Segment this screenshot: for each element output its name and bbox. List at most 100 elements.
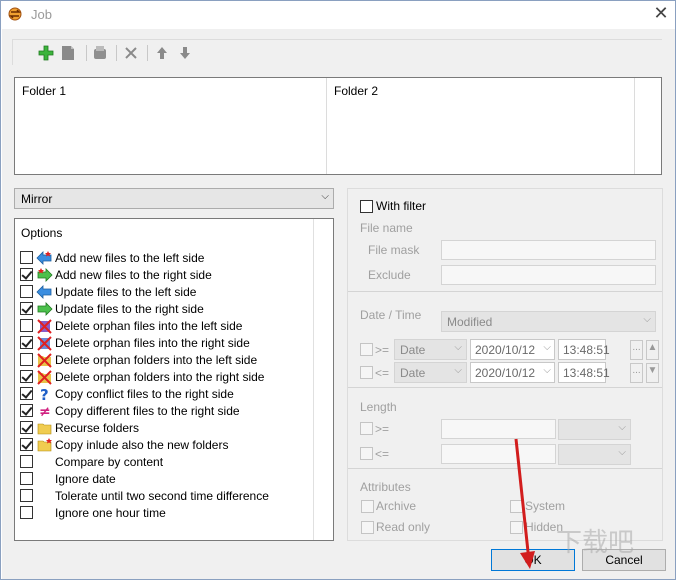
option-row[interactable]: Update files to the left side [20,283,196,300]
length-le-input[interactable] [441,444,556,464]
option-checkbox[interactable] [20,438,33,451]
option-checkbox[interactable] [20,370,33,383]
option-row[interactable]: Delete orphan files into the left side [20,317,242,334]
option-checkbox[interactable] [20,472,33,485]
system-label: System [525,499,566,513]
option-label: Delete orphan folders into the right sid… [55,369,265,384]
option-row[interactable]: Delete orphan folders into the left side [20,351,257,368]
read-only-checkbox[interactable] [361,521,374,534]
option-row[interactable]: Ignore date [20,470,116,487]
toolbar-separator [116,45,117,61]
option-label: Delete orphan folders into the left side [55,352,258,367]
date-ge-browse-button[interactable]: ... [630,340,643,360]
time-ge-input[interactable]: 13:48:51 [558,339,610,360]
attributes-label: Attributes [360,480,411,494]
option-row[interactable]: ? Copy conflict files to the right side [20,385,234,402]
option-row[interactable]: Copy inlude also the new folders [20,436,228,453]
system-checkbox[interactable] [510,500,523,513]
length-ge-label: >= [375,422,390,436]
with-filter-checkbox[interactable] [360,200,373,213]
date-ge-checkbox[interactable] [360,343,373,356]
option-checkbox[interactable] [20,285,33,298]
option-checkbox[interactable] [20,421,33,434]
date-le-checkbox[interactable] [360,366,373,379]
scroll-up-icon[interactable]: ▲ [646,340,659,360]
delete-files-left-icon [36,318,53,334]
archive-checkbox[interactable] [361,500,374,513]
option-checkbox[interactable] [20,268,33,281]
length-le-unit-select[interactable]: ⌵ [558,444,631,465]
copy-icon[interactable] [91,44,109,62]
time-le-input[interactable]: 13:48:51 [558,362,610,383]
close-icon[interactable]: ✕ [651,4,671,24]
date-ge-picker[interactable]: 2020/10/12 ⌵ [470,339,555,360]
option-row[interactable]: ≠ Copy different files to the right side [20,402,240,419]
delete-icon[interactable] [122,44,140,62]
length-le-checkbox[interactable] [360,447,373,460]
hidden-checkbox[interactable] [510,521,523,534]
move-up-icon[interactable] [153,44,171,62]
option-row[interactable]: Compare by content [20,453,163,470]
job-dialog: Job ✕ Folder 1 Folder 2 Mirror ⌵ Options… [0,0,676,580]
chevron-down-icon: ⌵ [543,365,551,376]
edit-icon[interactable] [59,44,77,62]
option-checkbox[interactable] [20,506,33,519]
date-le-kind-select[interactable]: Date ⌵ [394,362,467,383]
move-down-icon[interactable] [176,44,194,62]
window-title: Job [31,7,52,22]
date-ge-value: 2020/10/12 [475,343,536,357]
date-mode-select[interactable]: Modified ⌵ [441,311,656,332]
option-checkbox[interactable] [20,387,33,400]
scroll-down-icon[interactable]: ▼ [646,363,659,383]
option-row[interactable]: Ignore one hour time [20,504,166,521]
option-label: Copy different files to the right side [55,403,240,418]
option-checkbox[interactable] [20,404,33,417]
folder-2-header[interactable]: Folder 2 [327,78,635,174]
option-checkbox[interactable] [20,353,33,366]
file-mask-input[interactable] [441,240,656,260]
option-checkbox[interactable] [20,336,33,349]
blank-icon [36,454,53,470]
option-checkbox[interactable] [20,455,33,468]
option-row[interactable]: Tolerate until two second time differenc… [20,487,269,504]
toolbar-separator [86,45,87,61]
length-ge-input[interactable] [441,419,556,439]
length-ge-checkbox[interactable] [360,422,373,435]
watermark: 下载吧 [556,528,635,558]
title-bar: Job ✕ [1,1,675,29]
option-row[interactable]: Recurse folders [20,419,139,436]
length-ge-unit-select[interactable]: ⌵ [558,419,631,440]
option-checkbox[interactable] [20,319,33,332]
delete-files-right-icon [36,335,53,351]
app-icon [8,7,22,21]
date-le-picker[interactable]: 2020/10/12 ⌵ [470,362,555,383]
date-time-label: Date / Time [360,308,422,322]
option-row[interactable]: Add new files to the left side [20,249,204,266]
date-le-browse-button[interactable]: ... [630,363,643,383]
date-ge-kind-select[interactable]: Date ⌵ [394,339,467,360]
toolbar [12,39,662,65]
read-only-label: Read only [376,520,431,534]
sync-mode-select[interactable]: Mirror ⌵ [14,188,334,209]
exclude-input[interactable] [441,265,656,285]
blank-icon [36,488,53,504]
add-icon[interactable] [37,44,55,62]
update-right-icon [36,301,53,317]
option-checkbox[interactable] [20,302,33,315]
option-row[interactable]: Add new files to the right side [20,266,212,283]
folder-list[interactable]: Folder 1 Folder 2 [14,77,662,175]
option-row[interactable]: Update files to the right side [20,300,204,317]
filter-panel: With filter File name File mask Exclude … [347,188,663,541]
chevron-down-icon: ⌵ [543,342,551,353]
option-checkbox[interactable] [20,251,33,264]
option-row[interactable]: Delete orphan folders into the right sid… [20,368,264,385]
date-ge-kind-value: Date [400,343,426,357]
option-checkbox[interactable] [20,489,33,502]
section-divider [348,468,662,469]
option-label: Delete orphan files into the left side [55,318,243,333]
folder-1-header[interactable]: Folder 1 [15,78,327,174]
exclude-label: Exclude [368,268,411,282]
option-label: Ignore date [55,471,116,486]
option-row[interactable]: Delete orphan files into the right side [20,334,250,351]
date-le-value: 2020/10/12 [475,366,536,380]
